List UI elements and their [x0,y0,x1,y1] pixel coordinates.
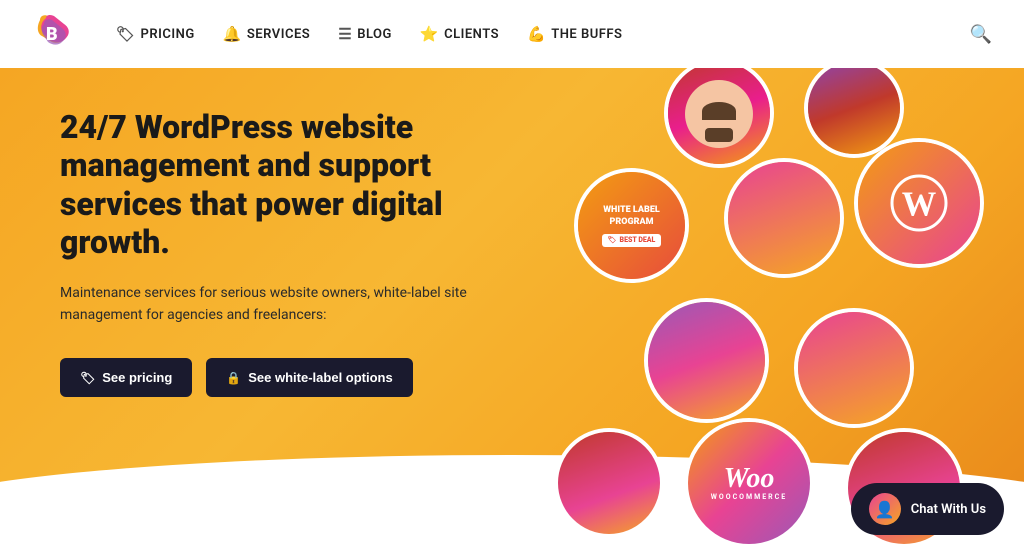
logo[interactable]: B [32,10,76,58]
svg-text:B: B [46,24,58,45]
blog-icon: ☰ [338,25,352,43]
circle-person4 [644,298,769,423]
search-button[interactable]: 🔍 [970,24,992,45]
clients-icon: ⭐ [420,25,439,43]
chat-widget[interactable]: 👤 Chat With Us [851,483,1004,535]
hero-title: 24/7 WordPress website management and su… [60,108,480,262]
circle-person5 [794,308,914,428]
chat-avatar: 👤 [869,493,901,525]
nav-item-pricing[interactable]: 🏷 PRICING [116,25,195,43]
buffs-icon: 💪 [527,25,546,43]
nav-item-buffs[interactable]: 💪 THE BUFFS [527,25,622,43]
circle-wordpress: W [854,138,984,268]
chat-label: Chat With Us [911,502,986,517]
hero-content: 24/7 WordPress website management and su… [60,108,480,397]
hero-circles: WHITE LABEL PROGRAM 🏷 BEST DEAL W [494,68,1024,555]
nav-links: 🏷 PRICING 🔔 SERVICES ☰ BLOG ⭐ CLIENTS [116,25,970,43]
hero-section: 24/7 WordPress website management and su… [0,68,1024,555]
main-nav: B 🏷 PRICING 🔔 SERVICES ☰ BLOG ⭐ CLIENTS [0,0,1024,68]
pricing-icon: 🏷 [116,25,136,43]
circle-person1 [664,68,774,168]
pricing-btn-icon: 🏷 [80,371,95,385]
circle-woocommerce: Woo WOOCOMMERCE [684,418,814,548]
hero-subtitle: Maintenance services for serious website… [60,282,480,327]
nav-item-clients[interactable]: ⭐ CLIENTS [420,25,499,43]
hero-buttons: 🏷 See pricing 🔒 See white-label options [60,358,480,397]
see-pricing-button[interactable]: 🏷 See pricing [60,358,192,397]
circle-person3 [724,158,844,278]
circle-person6 [554,428,664,538]
white-label-button[interactable]: 🔒 See white-label options [206,358,412,397]
nav-item-services[interactable]: 🔔 SERVICES [223,25,311,43]
svg-text:W: W [902,186,937,224]
lock-icon: 🔒 [226,371,241,385]
services-icon: 🔔 [223,25,242,43]
nav-item-blog[interactable]: ☰ BLOG [338,25,392,43]
circle-whitelabel: WHITE LABEL PROGRAM 🏷 BEST DEAL [574,168,689,283]
